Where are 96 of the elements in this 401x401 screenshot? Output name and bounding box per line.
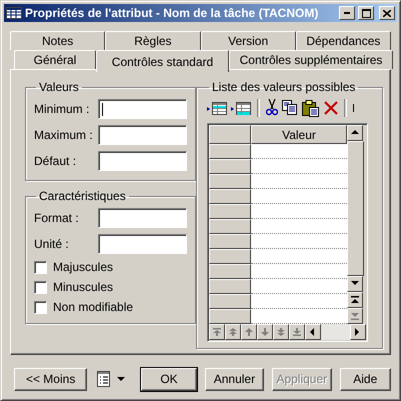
scroll-top-arrow-icon	[351, 296, 359, 304]
input-field[interactable]	[98, 151, 187, 171]
move-first-button[interactable]	[209, 324, 225, 340]
tab[interactable]: Règles	[105, 31, 200, 50]
row-header[interactable]	[209, 219, 251, 234]
cut-icon[interactable]	[266, 99, 278, 117]
checkbox[interactable]	[34, 280, 47, 294]
move-up-arrow-icon	[245, 328, 253, 336]
move-down-button[interactable]	[257, 324, 273, 340]
dialog-button[interactable]: Aide	[340, 368, 391, 390]
list-icon	[97, 371, 112, 387]
paste-icon[interactable]	[302, 100, 320, 116]
page-down-arrow-icon	[277, 328, 285, 336]
insert-row-icon[interactable]	[207, 100, 227, 116]
row-header[interactable]	[209, 264, 251, 279]
scroll-right-arrow-icon	[354, 328, 362, 336]
row-header[interactable]	[209, 309, 251, 324]
tab[interactable]: Contrôles supplémentaires	[229, 50, 393, 69]
move-down-arrow-icon	[261, 328, 269, 336]
field-label: Format :	[34, 211, 80, 225]
menu-button[interactable]	[95, 369, 128, 389]
copy-icon[interactable]	[282, 100, 298, 116]
table-cell[interactable]	[251, 294, 347, 309]
app-icon	[6, 6, 22, 20]
move-last-arrow-icon	[293, 328, 301, 336]
minimize-icon	[344, 12, 350, 14]
scroll-up-button[interactable]	[347, 125, 363, 141]
dialog-button[interactable]: OK	[141, 368, 197, 390]
row-header[interactable]	[209, 189, 251, 204]
field-label: Minimum :	[34, 102, 90, 116]
field-label: Défaut :	[34, 154, 78, 168]
group-title: Liste des valeurs possibles	[211, 80, 356, 94]
maximize-button[interactable]	[358, 6, 374, 20]
row-header[interactable]	[209, 294, 251, 309]
scroll-left-button[interactable]	[305, 324, 321, 340]
page-up-button[interactable]	[225, 324, 241, 340]
table-cell[interactable]	[251, 204, 347, 219]
checkbox-label: Majuscules	[53, 260, 114, 274]
close-icon	[383, 10, 391, 16]
window-title: Propriétés de l'attribut - Nom de la tâche (TACNOM)	[25, 6, 320, 20]
row-header[interactable]	[209, 249, 251, 264]
table-cell[interactable]	[251, 279, 347, 294]
scroll-up-arrow-icon	[351, 129, 359, 137]
tab[interactable]: Version	[200, 31, 296, 50]
delete-icon[interactable]	[324, 101, 338, 115]
table-cell[interactable]	[251, 249, 347, 264]
group-title: Caractéristiques	[38, 189, 127, 203]
dialog-button[interactable]: << Moins	[14, 368, 88, 390]
caret-icon	[117, 376, 126, 382]
move-up-button[interactable]	[241, 324, 257, 340]
tab[interactable]: Notes	[10, 31, 106, 50]
scroll-down-arrow-icon	[351, 280, 359, 288]
table-cell[interactable]	[251, 234, 347, 249]
add-row-icon[interactable]	[231, 100, 251, 116]
row-header[interactable]	[209, 279, 251, 294]
page-up-arrow-icon	[229, 328, 237, 336]
input-field[interactable]	[98, 234, 187, 254]
row-header[interactable]	[209, 174, 251, 189]
dialog-button[interactable]: Annuler	[204, 368, 264, 390]
group-title: Valeurs	[38, 80, 80, 94]
move-last-button[interactable]	[289, 324, 305, 340]
field-label: Unité :	[34, 237, 70, 251]
scroll-top-button[interactable]	[347, 292, 363, 308]
tab[interactable]: Contrôles standard	[96, 50, 229, 72]
table-cell[interactable]	[251, 189, 347, 204]
close-button[interactable]	[379, 6, 395, 20]
tab[interactable]: Dépendances	[296, 31, 391, 50]
minimize-button[interactable]	[339, 6, 355, 20]
table-cell[interactable]	[251, 219, 347, 234]
table-cell[interactable]	[251, 174, 347, 189]
scroll-right-button[interactable]	[350, 324, 366, 340]
maximize-icon	[362, 8, 370, 18]
scroll-bottom-arrow-icon	[351, 312, 359, 320]
row-header[interactable]	[209, 144, 251, 159]
input-field[interactable]	[98, 208, 187, 228]
table-cell[interactable]	[251, 159, 347, 174]
input-field[interactable]	[98, 125, 187, 145]
tab[interactable]: Général	[14, 50, 96, 69]
scroll-left-arrow-icon	[309, 328, 317, 336]
row-header[interactable]	[209, 159, 251, 174]
field-label: Maximum :	[34, 128, 94, 142]
table-cell[interactable]	[251, 144, 347, 159]
checkbox-label: Non modifiable	[53, 300, 134, 314]
checkbox-label: Minuscules	[53, 280, 114, 294]
row-header[interactable]	[209, 234, 251, 249]
move-first-arrow-icon	[213, 328, 221, 336]
table-cell[interactable]	[251, 264, 347, 279]
row-header[interactable]	[209, 204, 251, 219]
checkbox[interactable]	[34, 300, 47, 314]
input-field[interactable]	[98, 99, 187, 119]
scroll-bottom-button[interactable]	[347, 308, 363, 324]
table-cell[interactable]	[251, 309, 347, 324]
scroll-down-button[interactable]	[347, 276, 363, 292]
column-header[interactable]: Valeur	[251, 125, 347, 144]
checkbox[interactable]	[34, 260, 47, 274]
page-down-button[interactable]	[273, 324, 289, 340]
